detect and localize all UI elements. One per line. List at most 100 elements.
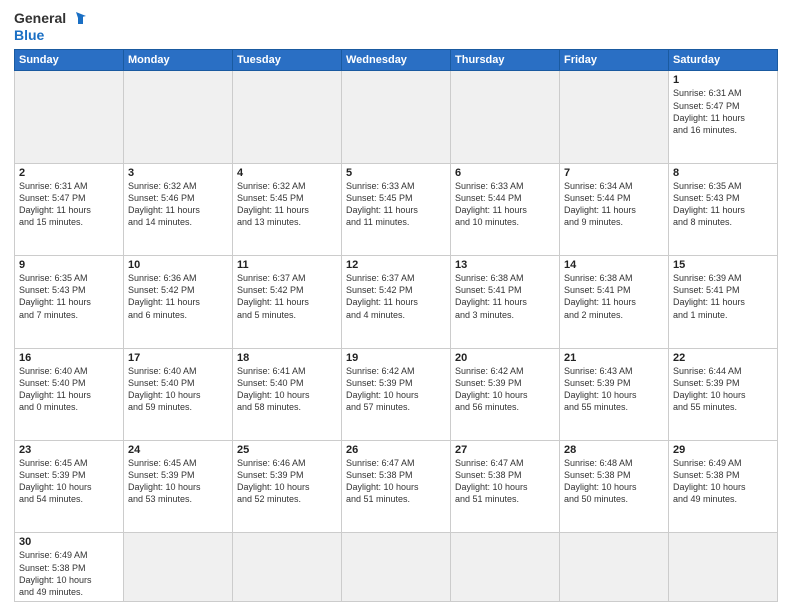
day-info: Sunrise: 6:33 AM Sunset: 5:45 PM Dayligh… [346, 180, 446, 229]
calendar-day-cell: 29Sunrise: 6:49 AM Sunset: 5:38 PM Dayli… [669, 441, 778, 533]
day-number: 2 [19, 167, 119, 179]
day-number: 10 [128, 259, 228, 271]
day-number: 7 [564, 167, 664, 179]
day-info: Sunrise: 6:33 AM Sunset: 5:44 PM Dayligh… [455, 180, 555, 229]
calendar-day-cell: 8Sunrise: 6:35 AM Sunset: 5:43 PM Daylig… [669, 163, 778, 255]
day-info: Sunrise: 6:39 AM Sunset: 5:41 PM Dayligh… [673, 272, 773, 321]
calendar-day-cell [451, 533, 560, 602]
day-info: Sunrise: 6:40 AM Sunset: 5:40 PM Dayligh… [19, 365, 119, 414]
calendar-day-cell [124, 533, 233, 602]
calendar-day-cell: 2Sunrise: 6:31 AM Sunset: 5:47 PM Daylig… [15, 163, 124, 255]
day-number: 26 [346, 444, 446, 456]
logo-graphic: General Blue [14, 10, 86, 43]
day-info: Sunrise: 6:34 AM Sunset: 5:44 PM Dayligh… [564, 180, 664, 229]
calendar-day-cell [560, 71, 669, 163]
calendar-day-cell: 9Sunrise: 6:35 AM Sunset: 5:43 PM Daylig… [15, 256, 124, 348]
calendar-week-row: 30Sunrise: 6:49 AM Sunset: 5:38 PM Dayli… [15, 533, 778, 602]
day-number: 11 [237, 259, 337, 271]
weekday-header: Wednesday [342, 50, 451, 71]
day-number: 28 [564, 444, 664, 456]
calendar-day-cell: 16Sunrise: 6:40 AM Sunset: 5:40 PM Dayli… [15, 348, 124, 440]
calendar-day-cell: 3Sunrise: 6:32 AM Sunset: 5:46 PM Daylig… [124, 163, 233, 255]
calendar-day-cell: 15Sunrise: 6:39 AM Sunset: 5:41 PM Dayli… [669, 256, 778, 348]
day-info: Sunrise: 6:38 AM Sunset: 5:41 PM Dayligh… [455, 272, 555, 321]
calendar-day-cell: 27Sunrise: 6:47 AM Sunset: 5:38 PM Dayli… [451, 441, 560, 533]
calendar-day-cell: 17Sunrise: 6:40 AM Sunset: 5:40 PM Dayli… [124, 348, 233, 440]
day-number: 1 [673, 74, 773, 86]
header: General Blue [14, 10, 778, 43]
day-info: Sunrise: 6:47 AM Sunset: 5:38 PM Dayligh… [346, 457, 446, 506]
calendar-day-cell [15, 71, 124, 163]
day-number: 12 [346, 259, 446, 271]
calendar-day-cell [342, 71, 451, 163]
page: General Blue SundayMondayTuesdayWednesda… [0, 0, 792, 612]
day-number: 4 [237, 167, 337, 179]
day-info: Sunrise: 6:37 AM Sunset: 5:42 PM Dayligh… [346, 272, 446, 321]
calendar-day-cell: 22Sunrise: 6:44 AM Sunset: 5:39 PM Dayli… [669, 348, 778, 440]
calendar-day-cell: 24Sunrise: 6:45 AM Sunset: 5:39 PM Dayli… [124, 441, 233, 533]
day-info: Sunrise: 6:32 AM Sunset: 5:45 PM Dayligh… [237, 180, 337, 229]
day-number: 29 [673, 444, 773, 456]
day-info: Sunrise: 6:45 AM Sunset: 5:39 PM Dayligh… [19, 457, 119, 506]
day-number: 30 [19, 536, 119, 548]
day-info: Sunrise: 6:36 AM Sunset: 5:42 PM Dayligh… [128, 272, 228, 321]
calendar-day-cell: 19Sunrise: 6:42 AM Sunset: 5:39 PM Dayli… [342, 348, 451, 440]
day-info: Sunrise: 6:42 AM Sunset: 5:39 PM Dayligh… [346, 365, 446, 414]
day-number: 8 [673, 167, 773, 179]
day-info: Sunrise: 6:49 AM Sunset: 5:38 PM Dayligh… [673, 457, 773, 506]
weekday-header: Saturday [669, 50, 778, 71]
calendar-day-cell: 14Sunrise: 6:38 AM Sunset: 5:41 PM Dayli… [560, 256, 669, 348]
calendar-day-cell [342, 533, 451, 602]
weekday-header: Friday [560, 50, 669, 71]
day-number: 27 [455, 444, 555, 456]
day-info: Sunrise: 6:41 AM Sunset: 5:40 PM Dayligh… [237, 365, 337, 414]
weekday-header: Sunday [15, 50, 124, 71]
day-info: Sunrise: 6:45 AM Sunset: 5:39 PM Dayligh… [128, 457, 228, 506]
calendar-day-cell: 20Sunrise: 6:42 AM Sunset: 5:39 PM Dayli… [451, 348, 560, 440]
calendar-week-row: 1Sunrise: 6:31 AM Sunset: 5:47 PM Daylig… [15, 71, 778, 163]
day-number: 5 [346, 167, 446, 179]
day-info: Sunrise: 6:31 AM Sunset: 5:47 PM Dayligh… [19, 180, 119, 229]
calendar-day-cell: 23Sunrise: 6:45 AM Sunset: 5:39 PM Dayli… [15, 441, 124, 533]
day-number: 3 [128, 167, 228, 179]
calendar-day-cell: 12Sunrise: 6:37 AM Sunset: 5:42 PM Dayli… [342, 256, 451, 348]
day-info: Sunrise: 6:35 AM Sunset: 5:43 PM Dayligh… [673, 180, 773, 229]
day-number: 23 [19, 444, 119, 456]
calendar-day-cell: 18Sunrise: 6:41 AM Sunset: 5:40 PM Dayli… [233, 348, 342, 440]
logo: General Blue [14, 10, 86, 43]
calendar-week-row: 2Sunrise: 6:31 AM Sunset: 5:47 PM Daylig… [15, 163, 778, 255]
day-number: 21 [564, 352, 664, 364]
calendar-day-cell: 1Sunrise: 6:31 AM Sunset: 5:47 PM Daylig… [669, 71, 778, 163]
calendar-day-cell: 7Sunrise: 6:34 AM Sunset: 5:44 PM Daylig… [560, 163, 669, 255]
day-number: 19 [346, 352, 446, 364]
calendar-day-cell: 4Sunrise: 6:32 AM Sunset: 5:45 PM Daylig… [233, 163, 342, 255]
calendar-day-cell: 25Sunrise: 6:46 AM Sunset: 5:39 PM Dayli… [233, 441, 342, 533]
calendar-day-cell: 28Sunrise: 6:48 AM Sunset: 5:38 PM Dayli… [560, 441, 669, 533]
calendar-day-cell: 30Sunrise: 6:49 AM Sunset: 5:38 PM Dayli… [15, 533, 124, 602]
calendar-week-row: 9Sunrise: 6:35 AM Sunset: 5:43 PM Daylig… [15, 256, 778, 348]
day-number: 20 [455, 352, 555, 364]
day-info: Sunrise: 6:35 AM Sunset: 5:43 PM Dayligh… [19, 272, 119, 321]
day-number: 6 [455, 167, 555, 179]
calendar-day-cell: 5Sunrise: 6:33 AM Sunset: 5:45 PM Daylig… [342, 163, 451, 255]
day-info: Sunrise: 6:32 AM Sunset: 5:46 PM Dayligh… [128, 180, 228, 229]
calendar-day-cell [451, 71, 560, 163]
calendar-table: SundayMondayTuesdayWednesdayThursdayFrid… [14, 49, 778, 602]
day-info: Sunrise: 6:44 AM Sunset: 5:39 PM Dayligh… [673, 365, 773, 414]
calendar-day-cell: 26Sunrise: 6:47 AM Sunset: 5:38 PM Dayli… [342, 441, 451, 533]
day-number: 13 [455, 259, 555, 271]
day-info: Sunrise: 6:46 AM Sunset: 5:39 PM Dayligh… [237, 457, 337, 506]
day-info: Sunrise: 6:38 AM Sunset: 5:41 PM Dayligh… [564, 272, 664, 321]
calendar-week-row: 16Sunrise: 6:40 AM Sunset: 5:40 PM Dayli… [15, 348, 778, 440]
logo-general: General [14, 11, 66, 26]
calendar-day-cell: 11Sunrise: 6:37 AM Sunset: 5:42 PM Dayli… [233, 256, 342, 348]
day-number: 18 [237, 352, 337, 364]
day-number: 16 [19, 352, 119, 364]
weekday-header: Thursday [451, 50, 560, 71]
logo-bird-icon [68, 10, 86, 28]
day-number: 25 [237, 444, 337, 456]
calendar-day-cell: 6Sunrise: 6:33 AM Sunset: 5:44 PM Daylig… [451, 163, 560, 255]
day-number: 24 [128, 444, 228, 456]
day-info: Sunrise: 6:42 AM Sunset: 5:39 PM Dayligh… [455, 365, 555, 414]
calendar-day-cell [124, 71, 233, 163]
